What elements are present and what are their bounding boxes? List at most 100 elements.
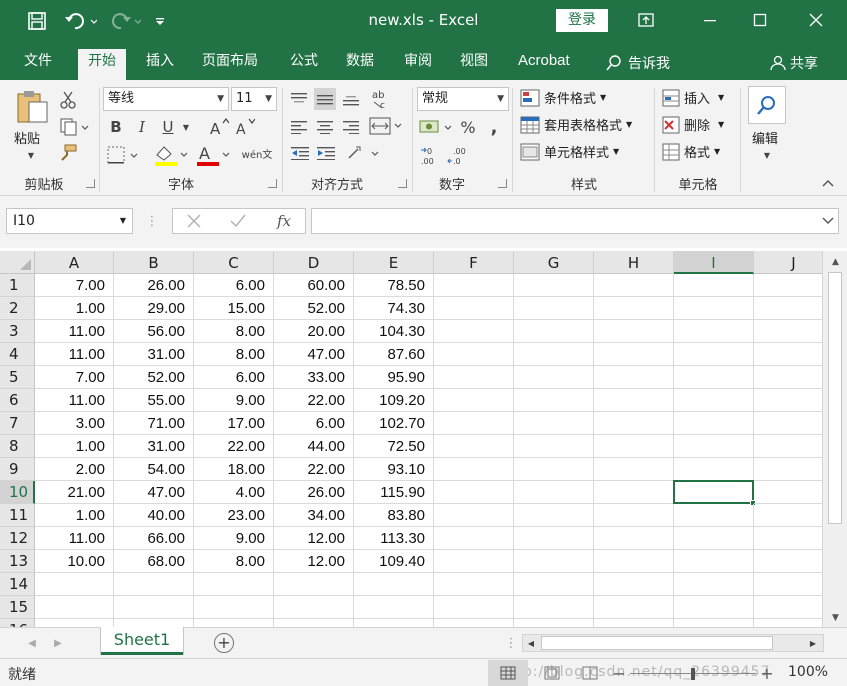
cell[interactable] <box>754 527 822 550</box>
row-header[interactable]: 15 <box>0 596 35 619</box>
cell[interactable] <box>194 596 274 619</box>
cell[interactable] <box>674 596 754 619</box>
cell[interactable] <box>594 573 674 596</box>
cell[interactable]: 26.00 <box>114 274 194 297</box>
cell[interactable]: 11.00 <box>35 527 114 550</box>
cell[interactable] <box>594 343 674 366</box>
row-header[interactable]: 5 <box>0 366 35 389</box>
cell[interactable]: 8.00 <box>194 343 274 366</box>
cell[interactable]: 113.30 <box>354 527 434 550</box>
cell[interactable] <box>514 274 594 297</box>
tab-split-handle-icon[interactable]: ⋮ <box>505 635 518 651</box>
tab-home[interactable]: 开始 <box>78 49 126 80</box>
scroll-up-icon[interactable]: ▲ <box>823 253 847 271</box>
cell[interactable] <box>434 596 514 619</box>
cell[interactable]: 115.90 <box>354 481 434 504</box>
cell[interactable] <box>354 573 434 596</box>
cell[interactable]: 29.00 <box>114 297 194 320</box>
insert-function-button[interactable]: fx <box>271 210 297 232</box>
zoom-slider-thumb[interactable] <box>691 668 695 680</box>
column-header[interactable]: D <box>274 251 354 274</box>
tab-acrobat[interactable]: Acrobat <box>508 49 580 80</box>
cell[interactable]: 6.00 <box>274 412 354 435</box>
cell[interactable]: 20.00 <box>274 320 354 343</box>
cell[interactable] <box>594 504 674 527</box>
cell[interactable] <box>674 274 754 297</box>
add-sheet-button[interactable]: + <box>214 633 234 653</box>
sheet-tab[interactable]: Sheet1 <box>101 627 183 655</box>
formula-input[interactable] <box>311 208 839 234</box>
cell[interactable] <box>754 343 822 366</box>
cell[interactable]: 104.30 <box>354 320 434 343</box>
cell[interactable] <box>434 343 514 366</box>
cell[interactable] <box>514 389 594 412</box>
cell[interactable]: 21.00 <box>35 481 114 504</box>
font-color-icon[interactable]: A <box>194 142 234 168</box>
cell[interactable] <box>674 458 754 481</box>
currency-icon[interactable] <box>418 116 456 138</box>
cell[interactable]: 93.10 <box>354 458 434 481</box>
cell[interactable] <box>754 481 822 504</box>
cell[interactable] <box>754 274 822 297</box>
collapse-ribbon-icon[interactable] <box>820 176 836 190</box>
decrease-indent-icon[interactable] <box>288 142 312 164</box>
align-middle-icon[interactable] <box>314 88 336 110</box>
cell[interactable] <box>754 297 822 320</box>
format-painter-icon[interactable] <box>58 142 78 162</box>
cell[interactable]: 1.00 <box>35 297 114 320</box>
delete-cells-button[interactable]: 删除 ▼ <box>662 115 724 134</box>
cell[interactable] <box>514 573 594 596</box>
cell[interactable] <box>594 297 674 320</box>
font-size-select[interactable]: 11 ▼ <box>231 87 277 111</box>
row-header[interactable]: 6 <box>0 389 35 412</box>
cell[interactable]: 78.50 <box>354 274 434 297</box>
next-sheet-icon[interactable]: ▶ <box>50 635 66 651</box>
cell[interactable]: 109.40 <box>354 550 434 573</box>
cell[interactable]: 95.90 <box>354 366 434 389</box>
cell[interactable] <box>594 366 674 389</box>
clipboard-launcher-icon[interactable] <box>86 179 95 188</box>
editing-label[interactable]: 编辑 <box>752 128 778 147</box>
expand-formula-icon[interactable] <box>820 214 836 228</box>
column-header[interactable]: I <box>674 251 754 274</box>
cell[interactable] <box>514 297 594 320</box>
cell[interactable] <box>434 573 514 596</box>
cell[interactable] <box>434 435 514 458</box>
format-as-table-button[interactable]: 套用表格格式 ▼ <box>520 115 632 134</box>
cell[interactable] <box>514 619 594 627</box>
cell[interactable] <box>434 320 514 343</box>
cell[interactable]: 1.00 <box>35 504 114 527</box>
cell[interactable] <box>594 389 674 412</box>
page-break-view-icon[interactable] <box>578 660 602 686</box>
format-cells-button[interactable]: 格式 ▼ <box>662 142 720 161</box>
increase-decimal-icon[interactable]: 0.00 <box>418 144 444 168</box>
tab-formulas[interactable]: 公式 <box>280 49 328 80</box>
cell[interactable] <box>514 504 594 527</box>
scroll-left-icon[interactable]: ◀ <box>525 636 537 650</box>
vertical-scrollbar[interactable]: ▲ ▼ <box>822 251 847 627</box>
column-header[interactable]: C <box>194 251 274 274</box>
cell[interactable]: 22.00 <box>274 389 354 412</box>
percent-button[interactable]: % <box>458 116 478 138</box>
active-cell[interactable] <box>673 480 754 504</box>
font-name-select[interactable]: 等线 ▼ <box>103 87 229 111</box>
decrease-font-icon[interactable]: A <box>234 116 256 138</box>
cell[interactable]: 3.00 <box>35 412 114 435</box>
cell[interactable] <box>754 573 822 596</box>
cell[interactable] <box>754 619 822 627</box>
number-launcher-icon[interactable] <box>498 179 507 188</box>
cell[interactable]: 12.00 <box>274 550 354 573</box>
cell-styles-button[interactable]: 单元格样式 ▼ <box>520 142 619 161</box>
cell[interactable]: 26.00 <box>274 481 354 504</box>
cell[interactable] <box>114 619 194 627</box>
borders-icon[interactable] <box>106 144 142 166</box>
align-top-icon[interactable] <box>288 88 310 110</box>
zoom-out-icon[interactable]: − <box>612 664 626 683</box>
cell[interactable]: 47.00 <box>274 343 354 366</box>
cell[interactable] <box>674 619 754 627</box>
cell[interactable] <box>674 504 754 527</box>
cell[interactable]: 83.80 <box>354 504 434 527</box>
cell[interactable]: 15.00 <box>194 297 274 320</box>
italic-button[interactable]: I <box>132 116 152 138</box>
row-header[interactable]: 2 <box>0 297 35 320</box>
